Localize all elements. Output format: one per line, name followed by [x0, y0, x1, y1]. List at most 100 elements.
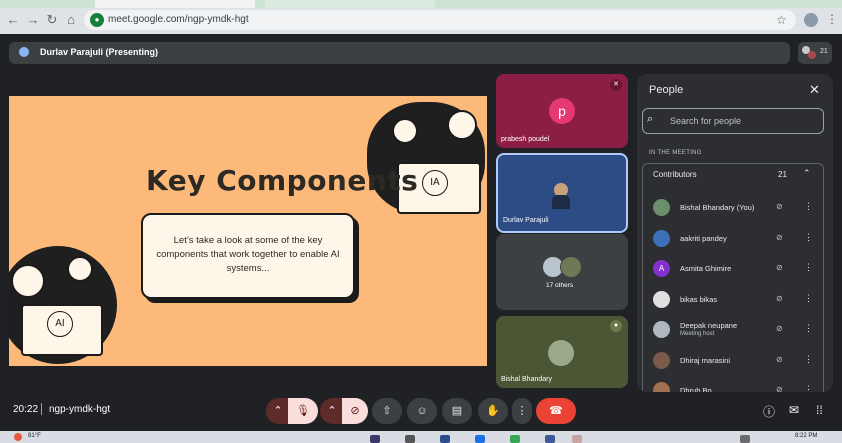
forward-icon[interactable]: → — [25, 12, 41, 28]
camera-toggle-button[interactable]: ⊘ — [342, 398, 368, 424]
video-tile[interactable]: ● Bishal Bhandary — [496, 316, 628, 388]
participant-name: Deepak neupane — [680, 321, 738, 330]
profile-avatar[interactable] — [804, 13, 818, 27]
taskbar-app-icon[interactable] — [572, 435, 582, 443]
video-tile[interactable]: p ✕ prabesh poudel — [496, 74, 628, 148]
home-icon[interactable]: ⌂ — [63, 12, 79, 28]
taskbar-app-icon[interactable] — [510, 435, 520, 443]
back-icon[interactable]: ← — [5, 12, 21, 28]
more-options-icon[interactable]: ⋮ — [804, 323, 813, 334]
taskbar-app-icon[interactable] — [440, 435, 450, 443]
search-placeholder: Search for people — [670, 116, 742, 126]
tile-name: Bishal Bhandary — [501, 376, 552, 383]
mic-toggle-button[interactable]: 🎙 — [288, 398, 318, 424]
participant-row[interactable]: Bishal Bhandary (You) ⊘ ⋮ — [637, 192, 833, 222]
present-screen-button[interactable]: ⇧ — [372, 398, 402, 424]
section-heading: IN THE MEETING — [649, 150, 702, 156]
presenting-label: Durlav Parajuli (Presenting) — [40, 47, 159, 57]
participant-row[interactable]: aakriti pandey ⊘ ⋮ — [637, 223, 833, 253]
tile-name: Durlav Parajuli — [503, 217, 549, 224]
more-options-icon[interactable]: ⋮ — [804, 293, 813, 304]
slide-body-text: Let’s take a look at some of the key com… — [156, 235, 340, 274]
avatar — [560, 256, 582, 278]
mic-off-icon: ✕ — [610, 79, 622, 91]
avatar — [653, 229, 670, 247]
avatar — [653, 199, 670, 216]
more-options-icon[interactable]: ⋮ — [804, 201, 813, 212]
more-options-icon[interactable]: ⋮ — [804, 232, 813, 243]
tab-active[interactable] — [95, 0, 255, 8]
video-tile-others[interactable]: 17 others — [496, 234, 628, 310]
participant-row[interactable]: Dhiraj marasini ⊘ ⋮ — [637, 345, 833, 375]
participant-video — [552, 195, 570, 209]
contributors-label: Contributors — [653, 170, 697, 179]
more-options-icon[interactable]: ⋮ — [804, 354, 813, 365]
mic-off-icon: ⊘ — [776, 324, 783, 333]
panel-title: People — [649, 84, 684, 96]
participant-name: bikas bikas — [680, 294, 718, 304]
close-icon[interactable]: ✕ — [809, 82, 820, 98]
browser-menu-icon[interactable]: ⋮ — [826, 12, 838, 26]
more-options-icon[interactable]: ⋮ — [804, 384, 813, 392]
mic-on-icon: ● — [610, 320, 622, 332]
participant-name: Dhiraj marasini — [680, 355, 731, 365]
audio-options-button[interactable]: ⌃ — [266, 398, 290, 424]
slide-callout-box: Let’s take a look at some of the key com… — [141, 213, 355, 299]
raise-hand-button[interactable]: ✋ — [478, 398, 508, 424]
taskbar-app-icon[interactable] — [475, 435, 485, 443]
os-taskbar — [0, 431, 842, 443]
divider — [41, 403, 42, 415]
emoji-button[interactable]: ☺ — [407, 398, 437, 424]
shared-screen-slide: AI IA Key Components Let’s take a look a… — [9, 96, 487, 366]
mic-off-icon: ⊘ — [776, 263, 783, 272]
avatar: A — [653, 260, 670, 277]
participant-count: 21 — [820, 48, 828, 55]
taskbar-app-icon[interactable] — [370, 435, 380, 443]
participant-row[interactable]: bikas bikas ⊘ ⋮ — [637, 284, 833, 314]
avatar — [653, 382, 670, 392]
site-info-icon[interactable]: ● — [90, 13, 104, 27]
presenter-icon — [19, 47, 29, 57]
weather-temperature: 81°F — [28, 433, 41, 439]
video-tile-active-speaker[interactable]: Durlav Parajuli — [496, 153, 628, 233]
taskbar-tray-icon[interactable] — [740, 435, 750, 443]
avatar: p — [549, 98, 575, 124]
taskbar-app-icon[interactable] — [405, 435, 415, 443]
participant-role: Meeting host — [680, 331, 715, 337]
avatar — [653, 351, 670, 369]
gear-icon — [447, 110, 477, 140]
taskbar-app-icon[interactable] — [545, 435, 555, 443]
participant-avatar — [808, 51, 816, 59]
leave-call-button[interactable]: ☎ — [536, 398, 576, 424]
tab-inactive[interactable] — [265, 0, 435, 8]
participant-row[interactable]: Deepak neupane Meeting host ⊘ ⋮ — [637, 314, 833, 344]
meeting-time: 20:22 — [13, 404, 39, 415]
participant-row[interactable]: A Asmita Ghimire ⊘ ⋮ — [637, 253, 833, 283]
captions-button[interactable]: ▤ — [442, 398, 472, 424]
meeting-details-icon[interactable]: ⓘ — [763, 403, 775, 420]
url-text: meet.google.com/ngp-ymdk-hgt — [108, 14, 249, 25]
participant-name: Bishal Bhandary (You) — [680, 203, 755, 212]
chevron-up-icon[interactable]: ⌃ — [803, 168, 811, 179]
ai-badge: IA — [422, 170, 448, 196]
avatar — [653, 321, 670, 338]
participant-row[interactable]: Dhrub Bo... ⊘ ⋮ — [637, 375, 833, 392]
system-clock: 8:22 PM — [795, 433, 818, 439]
chat-icon[interactable]: ✉ — [789, 403, 799, 417]
phone-icon — [392, 118, 418, 144]
bookmark-star-icon[interactable]: ☆ — [776, 13, 787, 27]
slide-title: Key Components — [146, 164, 419, 197]
meeting-code: ngp-ymdk-hgt — [49, 404, 111, 415]
participant-name: aakriti pandey — [680, 233, 727, 243]
reload-icon[interactable]: ↻ — [44, 12, 60, 28]
contributors-count: 21 — [778, 170, 787, 179]
phone-icon — [67, 256, 93, 282]
mic-off-icon: ⊘ — [776, 293, 783, 303]
more-options-button[interactable]: ⋮ — [512, 398, 532, 424]
ai-badge: AI — [47, 311, 73, 337]
activities-icon[interactable]: ⁞⁞ — [816, 403, 823, 417]
more-options-icon[interactable]: ⋮ — [804, 262, 813, 273]
avatar — [548, 340, 574, 366]
video-options-button[interactable]: ⌃ — [320, 398, 344, 424]
weather-icon[interactable] — [14, 433, 22, 441]
